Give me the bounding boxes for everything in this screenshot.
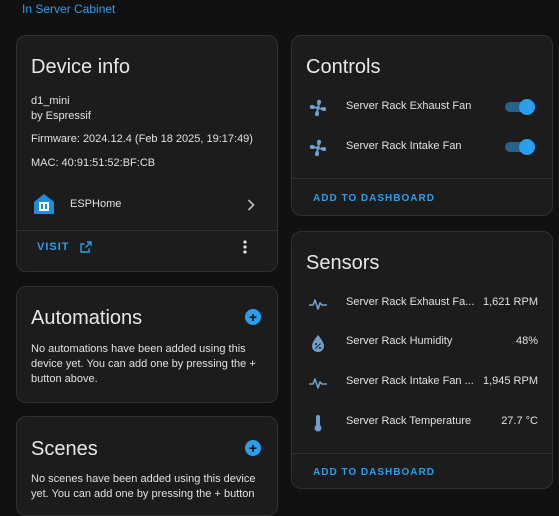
add-automation-button[interactable]: + xyxy=(245,309,261,325)
device-model: d1_mini xyxy=(31,95,70,107)
exhaust-fan-toggle[interactable] xyxy=(505,99,535,115)
pulse-icon xyxy=(309,299,327,310)
water-percent-icon xyxy=(312,335,324,352)
sensors-title: Sensors xyxy=(306,252,380,274)
device-info-card: Device info d1_mini by Espressif Firmwar… xyxy=(16,35,278,272)
sensor-row-temperature[interactable]: Server Rack Temperature 27.7 °C xyxy=(292,403,552,443)
control-row-intake-fan[interactable]: Server Rack Intake Fan xyxy=(292,128,552,168)
visit-link[interactable]: VISIT xyxy=(37,241,92,253)
automations-card: Automations + No automations have been a… xyxy=(16,286,278,403)
sensor-value: 48% xyxy=(515,335,538,347)
scenes-empty-text: No scenes have been added using this dev… xyxy=(31,473,256,500)
mac-address: MAC: 40:91:51:52:BF:CB xyxy=(31,157,156,169)
control-label: Server Rack Exhaust Fan xyxy=(346,100,472,112)
toggle-knob xyxy=(519,99,535,115)
scenes-title: Scenes xyxy=(31,438,98,460)
sensors-card: Sensors Server Rack Exhaust Fa... 1,621 … xyxy=(291,231,553,489)
sensor-label: Server Rack Temperature xyxy=(346,415,472,427)
sensor-value: 1,621 RPM xyxy=(482,296,538,308)
intake-fan-toggle[interactable] xyxy=(505,139,535,155)
sensor-row-humidity[interactable]: Server Rack Humidity 48% xyxy=(292,323,552,363)
add-scene-button[interactable]: + xyxy=(245,440,261,456)
sensor-value: 27.7 °C xyxy=(501,415,538,427)
integration-name: ESPHome xyxy=(70,198,122,210)
controls-card: Controls Server Rack Exhaust Fan Server … xyxy=(291,35,553,216)
area-link[interactable]: In Server Cabinet xyxy=(22,2,115,16)
visit-label: VISIT xyxy=(37,241,70,253)
sensor-label: Server Rack Intake Fan ... xyxy=(346,375,474,387)
sensors-add-to-dashboard-button[interactable]: ADD TO DASHBOARD xyxy=(313,467,435,478)
device-info-title: Device info xyxy=(31,56,130,78)
esphome-icon xyxy=(34,194,54,214)
sensor-label: Server Rack Humidity xyxy=(346,335,453,347)
more-vertical-icon[interactable] xyxy=(243,240,247,254)
sensor-label: Server Rack Exhaust Fa... xyxy=(346,296,475,308)
device-manufacturer: by Espressif xyxy=(31,110,91,122)
integration-row[interactable]: ESPHome xyxy=(17,190,277,226)
chevron-right-icon xyxy=(247,199,255,211)
open-in-new-icon xyxy=(79,241,92,253)
scenes-card: Scenes + No scenes have been added using… xyxy=(16,416,278,516)
toggle-knob xyxy=(519,139,535,155)
divider xyxy=(292,453,552,454)
divider xyxy=(17,230,277,231)
divider xyxy=(292,178,552,179)
fan-icon xyxy=(309,99,327,117)
fan-icon xyxy=(309,139,327,157)
controls-title: Controls xyxy=(306,56,381,78)
automations-empty-text: No automations have been added using thi… xyxy=(31,343,256,385)
sensor-value: 1,945 RPM xyxy=(482,375,538,387)
control-label: Server Rack Intake Fan xyxy=(346,140,462,152)
sensor-row-exhaust-fan-speed[interactable]: Server Rack Exhaust Fa... 1,621 RPM xyxy=(292,284,552,324)
automations-title: Automations xyxy=(31,307,143,329)
sensor-row-intake-fan-speed[interactable]: Server Rack Intake Fan ... 1,945 RPM xyxy=(292,363,552,403)
controls-add-to-dashboard-button[interactable]: ADD TO DASHBOARD xyxy=(313,193,435,204)
firmware-info: Firmware: 2024.12.4 (Feb 18 2025, 19:17:… xyxy=(31,133,253,145)
control-row-exhaust-fan[interactable]: Server Rack Exhaust Fan xyxy=(292,88,552,128)
pulse-icon xyxy=(309,378,327,389)
thermometer-icon xyxy=(314,415,322,432)
